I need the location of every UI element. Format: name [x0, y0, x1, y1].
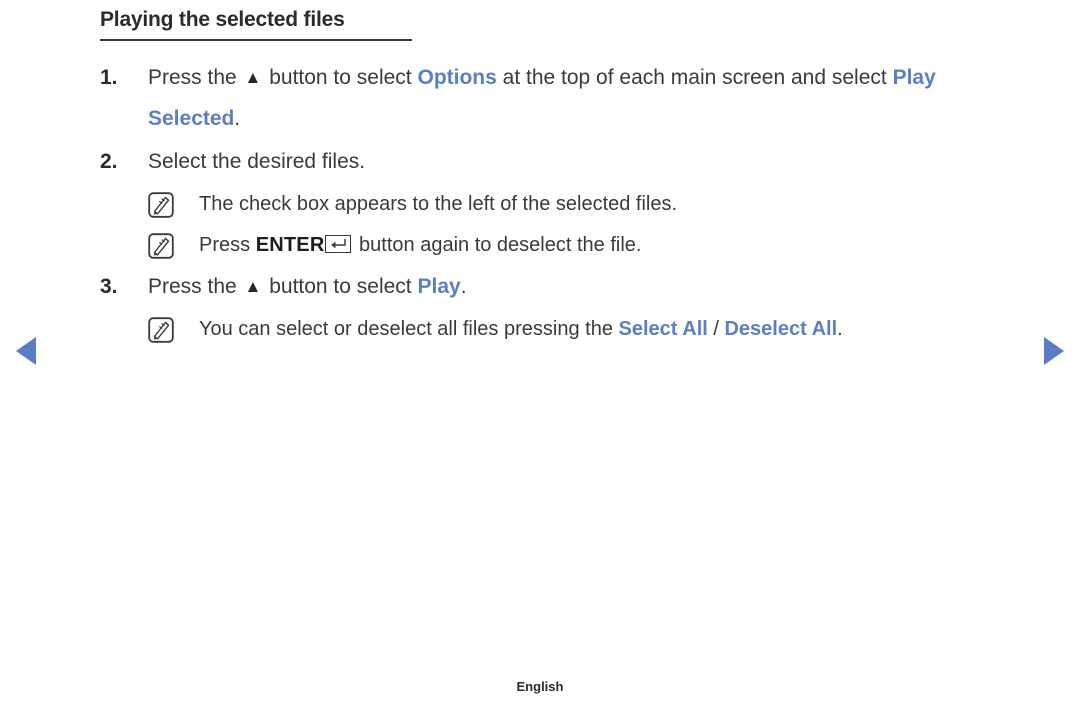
note-pencil-icon: [148, 233, 174, 259]
up-arrow-icon: ▲: [244, 277, 262, 296]
note-pencil-icon: [148, 192, 174, 218]
step-text: Press the ▲ button to select Options at …: [148, 57, 1000, 139]
page-title: Playing the selected files: [100, 8, 412, 41]
note-enter-key: Press ENTER button again to deselect the…: [148, 225, 1000, 266]
note-check-box: The check box appears to the left of the…: [148, 184, 1000, 225]
up-arrow-icon: ▲: [244, 68, 262, 87]
menu-option-deselect-all: Deselect All: [724, 318, 838, 340]
separator: /: [707, 318, 725, 340]
step-1-text-part-1: Press the: [148, 66, 243, 89]
step-3-text-part-1: Press the: [148, 275, 243, 298]
step-3-text-part-2: button to select: [263, 275, 418, 298]
step-2: 2. Select the desired files.: [100, 141, 1000, 182]
note-check-box-text: The check box appears to the left of the…: [199, 193, 678, 215]
step-1: 1. Press the ▲ button to select Options …: [100, 57, 1000, 139]
step-text: Select the desired files.: [148, 141, 1000, 182]
step-text: Press the ▲ button to select Play.: [148, 266, 1000, 307]
note-enter-text-part-1: Press: [199, 234, 256, 256]
step-3-text-part-3: .: [460, 275, 467, 298]
note-text: The check box appears to the left of the…: [199, 184, 1000, 225]
note-select-all-text-part-1: You can select or deselect all files pre…: [199, 318, 619, 340]
note-enter-text-part-2: button again to deselect the file.: [353, 234, 642, 256]
footer-language-label: English: [516, 679, 564, 694]
triangle-right-icon[interactable]: [1044, 337, 1064, 365]
manual-page: Playing the selected files 1. Press the …: [0, 0, 1080, 705]
step-number: 3.: [100, 275, 118, 298]
step-number: 2.: [100, 150, 118, 173]
step-number: 1.: [100, 66, 118, 89]
step-1-text-part-4: .: [234, 107, 241, 130]
step-2-text: Select the desired files.: [148, 150, 366, 173]
step-1-text-part-2: button to select: [263, 66, 418, 89]
menu-option-options: Options: [417, 66, 497, 89]
note-pencil-icon: [148, 317, 174, 343]
note-text: You can select or deselect all files pre…: [199, 309, 1000, 350]
note-select-all: You can select or deselect all files pre…: [148, 309, 1000, 350]
instruction-steps: 1. Press the ▲ button to select Options …: [100, 57, 1000, 350]
menu-option-select-all: Select All: [618, 318, 708, 340]
enter-key-label: ENTER: [255, 234, 325, 256]
step-3: 3. Press the ▲ button to select Play.: [100, 266, 1000, 307]
note-select-all-text-part-2: .: [837, 318, 843, 340]
enter-return-key-icon: [325, 235, 352, 253]
triangle-left-icon[interactable]: [16, 337, 36, 365]
menu-option-play: Play: [417, 275, 461, 298]
step-1-text-part-3: at the top of each main screen and selec…: [496, 66, 893, 89]
note-text: Press ENTER button again to deselect the…: [199, 225, 1000, 266]
